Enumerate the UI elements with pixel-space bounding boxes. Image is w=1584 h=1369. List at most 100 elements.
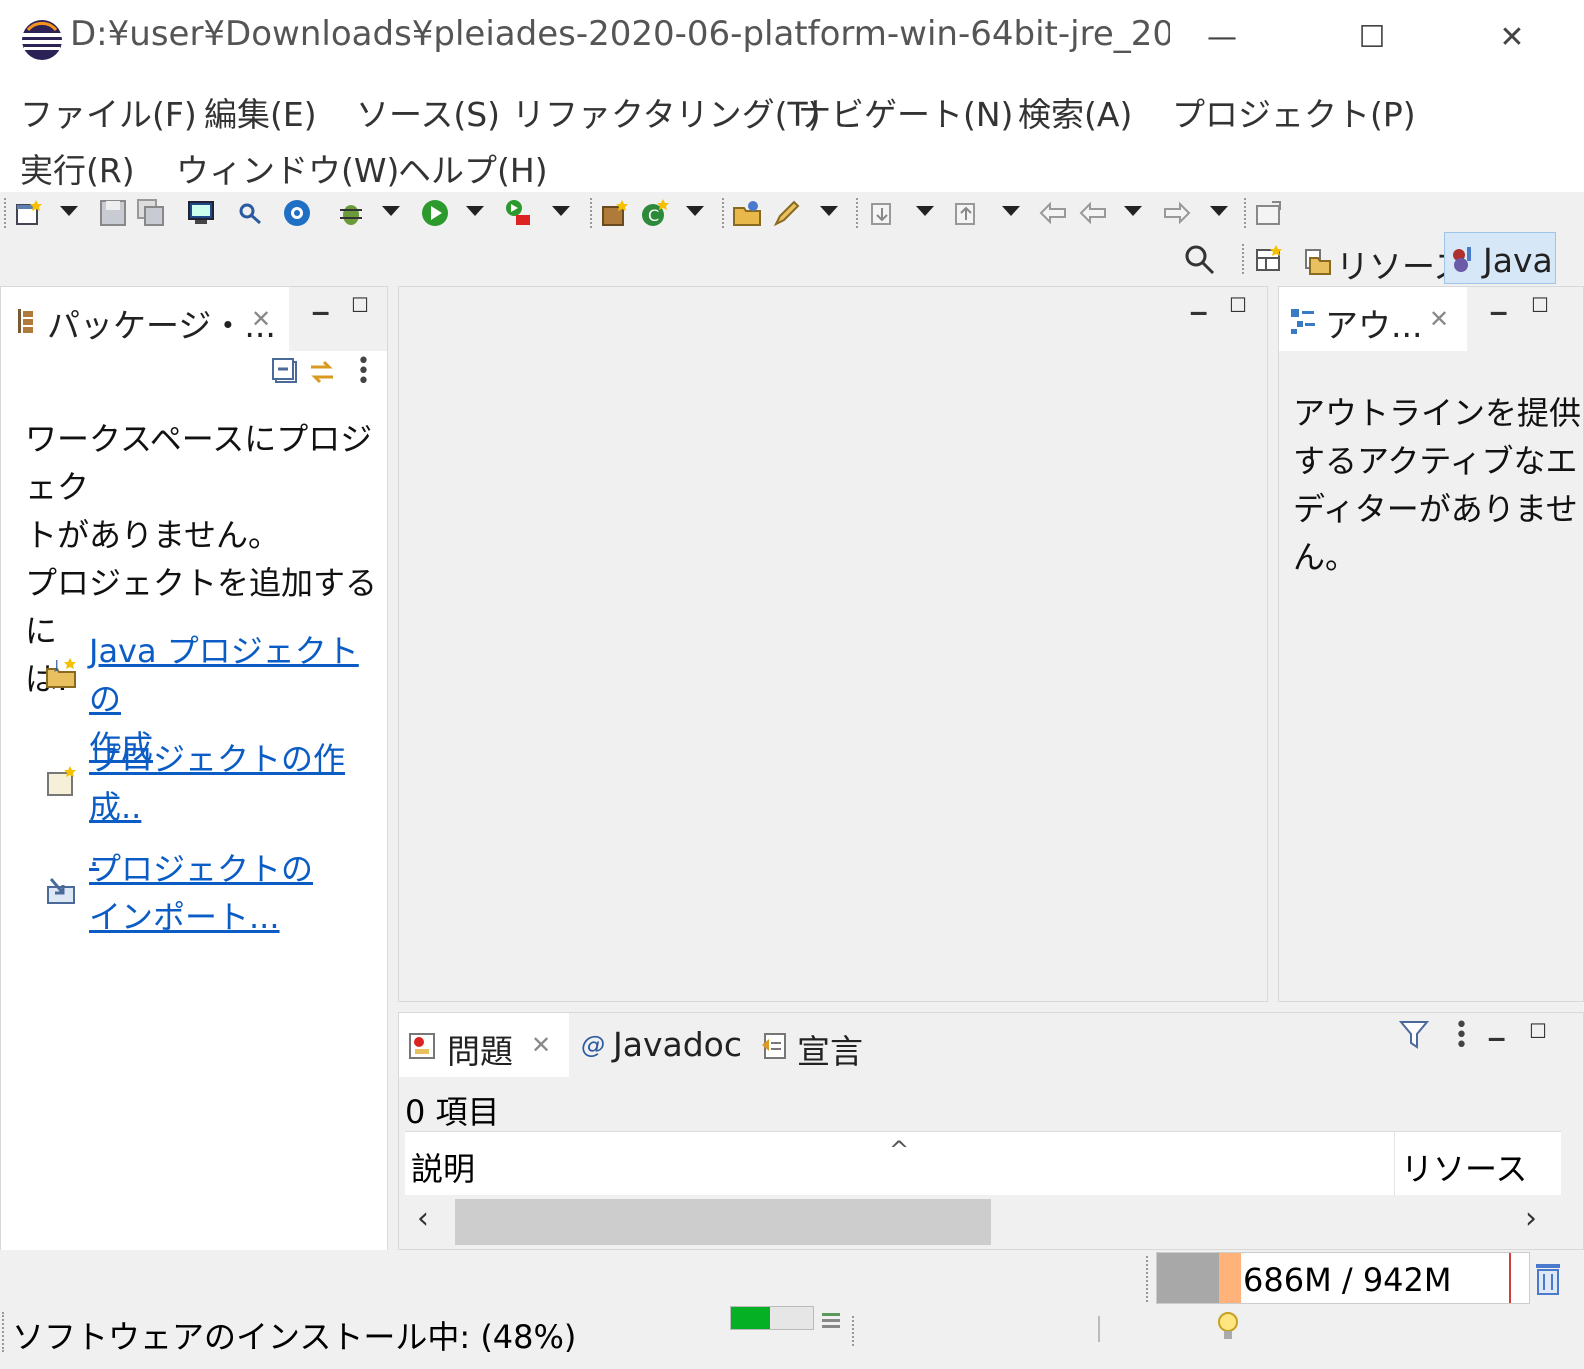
debug-dropdown-icon[interactable]: [382, 206, 400, 216]
heap-status-text: 686M / 942M: [1243, 1261, 1452, 1299]
new-class-dropdown-icon[interactable]: [686, 206, 704, 216]
menu-edit[interactable]: 編集(E): [204, 88, 317, 136]
column-resource-label[interactable]: リソース: [1401, 1144, 1527, 1190]
search-debug-icon[interactable]: [236, 198, 266, 228]
previous-annotation-dropdown-icon[interactable]: [1002, 206, 1020, 216]
column-description[interactable]: 説明 ^: [405, 1132, 1395, 1196]
search-icon[interactable]: [1182, 242, 1216, 276]
filter-icon[interactable]: [1399, 1019, 1429, 1051]
minimize-view-icon[interactable]: ▁: [313, 291, 328, 315]
new-dropdown-icon[interactable]: [60, 206, 78, 216]
debug-bug-icon[interactable]: [336, 198, 366, 228]
garbage-collect-trash-icon[interactable]: [1534, 1260, 1562, 1296]
terminal-icon[interactable]: [186, 198, 216, 228]
close-tab-icon[interactable]: ✕: [1429, 305, 1449, 333]
close-window-button[interactable]: ✕: [1482, 10, 1542, 66]
menu-window[interactable]: ウィンドウ(W): [176, 144, 399, 192]
menu-file[interactable]: ファイル(F): [20, 88, 197, 136]
progress-view-icon[interactable]: [820, 1310, 844, 1330]
minimize-view-icon[interactable]: ▁: [1491, 291, 1506, 315]
pencil-dropdown-icon[interactable]: [820, 206, 838, 216]
new-class-icon[interactable]: C: [640, 198, 670, 228]
save-icon[interactable]: [98, 198, 128, 228]
toolbar-separator: [722, 198, 724, 228]
scrollbar-thumb[interactable]: [455, 1199, 991, 1245]
tab-outline[interactable]: アウ... ✕: [1279, 287, 1467, 351]
new-java-project-icon[interactable]: J: [45, 657, 79, 691]
collapse-all-icon[interactable]: [271, 357, 301, 387]
menu-run[interactable]: 実行(R): [20, 144, 135, 192]
pin-editor-icon[interactable]: [1254, 198, 1284, 228]
horizontal-scrollbar[interactable]: ‹ ›: [405, 1197, 1561, 1247]
forward-dropdown-icon[interactable]: [1210, 206, 1228, 216]
link-line: インポート...: [89, 898, 280, 936]
maximize-view-icon[interactable]: ☐: [1529, 1019, 1547, 1043]
tab-problems[interactable]: 問題 ✕: [399, 1013, 569, 1077]
minimize-editor-icon[interactable]: ▁: [1191, 291, 1206, 315]
pencil-icon[interactable]: [772, 198, 802, 228]
install-progress-fill: [731, 1307, 771, 1329]
forward-icon[interactable]: [1162, 198, 1192, 228]
run-external-icon[interactable]: [504, 198, 534, 228]
column-description-label: 説明: [411, 1150, 476, 1188]
close-tab-icon[interactable]: ✕: [531, 1031, 551, 1059]
next-annotation-dropdown-icon[interactable]: [916, 206, 934, 216]
run-external-dropdown-icon[interactable]: [552, 206, 570, 216]
view-menu-icon[interactable]: • • •: [357, 351, 370, 393]
maximize-editor-icon[interactable]: ☐: [1229, 293, 1247, 317]
svg-text:C: C: [648, 206, 659, 225]
install-status-text: ソフトウェアのインストール中: (48%): [12, 1318, 577, 1356]
maximize-view-icon[interactable]: ☐: [351, 293, 369, 317]
new-project-icon[interactable]: [45, 765, 79, 799]
problems-count: 0 項目: [405, 1093, 500, 1131]
settings-gear-icon[interactable]: [282, 198, 312, 228]
outline-panel: アウ... ✕ ▁ ☐ アウトラインを提供 するアクティブなエ ディターがありま…: [1278, 286, 1584, 1002]
status-separator: [2, 1312, 4, 1352]
run-icon[interactable]: [420, 198, 450, 228]
tab-javadoc-label: Javadoc: [613, 1025, 742, 1064]
perspective-java[interactable]: Java: [1444, 232, 1556, 284]
scroll-left-icon[interactable]: ‹: [417, 1201, 429, 1236]
tab-javadoc[interactable]: @ Javadoc: [577, 1013, 747, 1077]
menu-help[interactable]: ヘルプ(H): [398, 144, 548, 192]
close-tab-icon[interactable]: ✕: [251, 305, 271, 333]
menu-source[interactable]: ソース(S): [356, 88, 500, 136]
heap-status[interactable]: 686M / 942M: [1156, 1252, 1530, 1304]
lightbulb-tip-icon[interactable]: [1214, 1310, 1242, 1344]
link-line: Java プロジェクトの: [89, 632, 359, 718]
package-explorer-panel: パッケージ・... ✕ ▁ ☐ • • • ワークスペースにプロジェク トがありませ…: [0, 286, 388, 1251]
menu-refactor[interactable]: リファクタリング(T): [512, 88, 821, 136]
minimize-button[interactable]: —: [1192, 10, 1252, 66]
import-project-link[interactable]: プロジェクトの インポート...: [89, 845, 379, 941]
save-all-icon[interactable]: [136, 198, 166, 228]
main-toolbar: C: [0, 192, 1584, 236]
scroll-right-icon[interactable]: ›: [1525, 1201, 1537, 1236]
back-icon[interactable]: [1078, 198, 1108, 228]
problems-table-header: 説明 ^ リソース: [405, 1131, 1561, 1196]
previous-annotation-icon[interactable]: [952, 198, 982, 228]
install-progress-bar: [730, 1306, 814, 1330]
package-explorer-icon: [18, 309, 33, 333]
svg-text:J: J: [54, 658, 59, 672]
back-dropdown-icon[interactable]: [1124, 206, 1142, 216]
tab-declaration[interactable]: 宣言: [757, 1013, 887, 1077]
new-icon[interactable]: [14, 198, 44, 228]
import-project-icon[interactable]: [45, 875, 79, 909]
next-annotation-icon[interactable]: [868, 198, 898, 228]
maximize-view-icon[interactable]: ☐: [1531, 293, 1549, 317]
maximize-button[interactable]: ☐: [1342, 10, 1402, 66]
menu-navigate[interactable]: ナビゲート(N): [798, 88, 1013, 136]
open-perspective-icon[interactable]: [1254, 244, 1284, 274]
minimize-view-icon[interactable]: ▁: [1489, 1017, 1504, 1041]
open-type-icon[interactable]: [732, 198, 762, 228]
menu-search[interactable]: 検索(A): [1018, 88, 1132, 136]
perspective-resource[interactable]: リソース: [1292, 236, 1466, 286]
tab-package-explorer[interactable]: パッケージ・... ✕: [1, 287, 289, 351]
link-with-editor-icon[interactable]: [307, 357, 337, 387]
tab-package-explorer-label: パッケージ・...: [47, 306, 276, 345]
menu-project[interactable]: プロジェクト(P): [1172, 88, 1416, 136]
run-dropdown-icon[interactable]: [466, 206, 484, 216]
new-package-icon[interactable]: [600, 198, 630, 228]
last-edit-icon[interactable]: [1038, 198, 1068, 228]
view-menu-icon[interactable]: • • •: [1455, 1015, 1468, 1057]
